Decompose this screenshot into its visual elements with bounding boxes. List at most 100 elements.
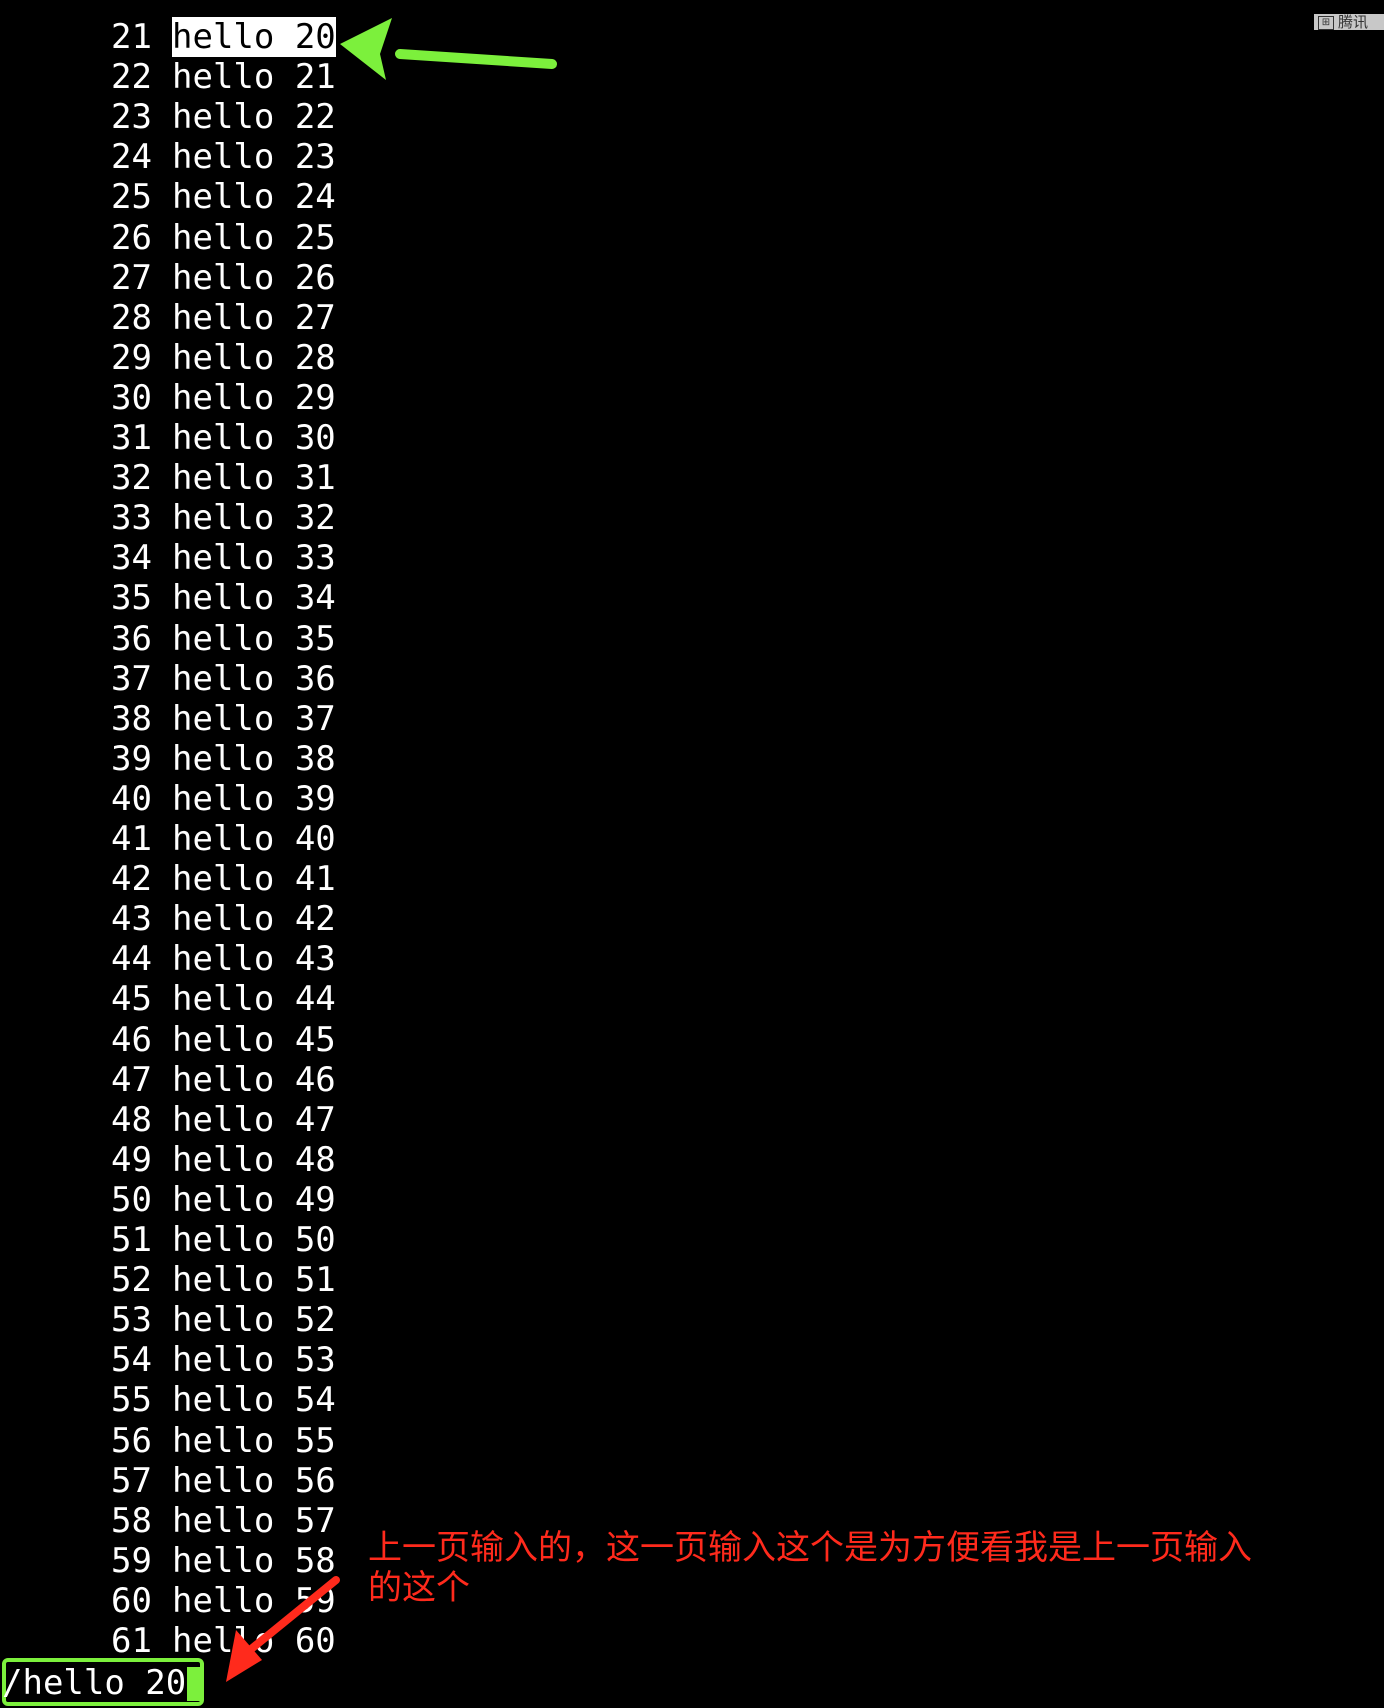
terminal-line: 35 hello 34 xyxy=(104,578,336,618)
line-number: 29 xyxy=(111,337,152,378)
line-text: hello 52 xyxy=(172,1300,336,1341)
line-text: hello 58 xyxy=(172,1540,336,1581)
terminal-window[interactable]: 21 hello 20 22 hello 21 23 hello 22 24 hello 23… xyxy=(0,0,1384,1708)
line-number: 40 xyxy=(111,778,152,819)
line-text: hello 60 xyxy=(172,1621,336,1661)
terminal-line: 25 hello 24 xyxy=(104,177,336,217)
annotation-note: 上一页输入的，这一页输入这个是为方便看我是上一页输入的这个 xyxy=(368,1528,1252,1608)
line-text: hello 59 xyxy=(172,1580,336,1621)
line-number: 38 xyxy=(111,698,152,739)
terminal-line: 40 hello 39 xyxy=(104,779,336,819)
line-number: 50 xyxy=(111,1179,152,1220)
line-number: 32 xyxy=(111,458,152,499)
line-text: hello 40 xyxy=(172,819,336,859)
line-number: 58 xyxy=(111,1500,152,1541)
line-text: hello 54 xyxy=(172,1380,336,1421)
line-text: hello 41 xyxy=(172,859,336,900)
line-number: 28 xyxy=(111,297,152,338)
line-number: 39 xyxy=(111,738,152,779)
line-number: 27 xyxy=(111,257,152,298)
terminal-line: 44 hello 43 xyxy=(104,939,336,979)
terminal-line: 42 hello 41 xyxy=(104,859,336,899)
line-text: hello 32 xyxy=(172,498,336,539)
command-line[interactable]: /hello 20 xyxy=(0,1663,188,1703)
line-text: hello 22 xyxy=(172,97,336,138)
terminal-line: 34 hello 33 xyxy=(104,538,336,578)
tray-label-text: 腾讯 xyxy=(1338,14,1369,30)
terminal-line: 46 hello 45 xyxy=(104,1020,336,1060)
line-number: 42 xyxy=(111,859,152,900)
line-number: 60 xyxy=(111,1580,152,1621)
terminal-line: 61 hello 60 xyxy=(104,1621,336,1661)
line-number: 61 xyxy=(111,1621,152,1661)
line-text: hello 34 xyxy=(172,578,336,619)
terminal-line: 30 hello 29 xyxy=(104,378,336,418)
terminal-line: 54 hello 53 xyxy=(104,1340,336,1380)
line-number: 25 xyxy=(111,177,152,218)
line-text: hello 51 xyxy=(172,1260,336,1301)
line-number: 44 xyxy=(111,939,152,980)
line-number: 47 xyxy=(111,1059,152,1100)
terminal-line: 24 hello 23 xyxy=(104,137,336,177)
terminal-line: 37 hello 36 xyxy=(104,659,336,699)
terminal-line: 59 hello 58 xyxy=(104,1541,336,1581)
command-line-text: /hello 20 xyxy=(2,1663,187,1703)
line-text: hello 44 xyxy=(172,979,336,1020)
line-text: hello 30 xyxy=(172,418,336,458)
line-text: hello 42 xyxy=(172,899,336,940)
line-number: 59 xyxy=(111,1540,152,1581)
line-number: 24 xyxy=(111,137,152,178)
line-number: 26 xyxy=(111,217,152,258)
line-text: hello 43 xyxy=(172,939,336,980)
line-text: hello 50 xyxy=(172,1220,336,1260)
line-text: hello 28 xyxy=(172,337,336,378)
line-number: 21 xyxy=(111,17,152,57)
terminal-line: 33 hello 32 xyxy=(104,498,336,538)
line-text: hello 35 xyxy=(172,618,336,659)
terminal-line: 23 hello 22 xyxy=(104,97,336,137)
line-text: hello 45 xyxy=(172,1019,336,1060)
line-number: 49 xyxy=(111,1139,152,1180)
line-text: hello 57 xyxy=(172,1500,336,1541)
terminal-line: 31 hello 30 xyxy=(104,418,336,458)
search-match-text: hello 20 xyxy=(172,17,336,57)
terminal-line: 52 hello 51 xyxy=(104,1260,336,1300)
line-number: 53 xyxy=(111,1300,152,1341)
line-text: hello 46 xyxy=(172,1059,336,1100)
line-number: 34 xyxy=(111,538,152,579)
line-number: 37 xyxy=(111,658,152,699)
line-text: hello 55 xyxy=(172,1420,336,1461)
line-text: hello 49 xyxy=(172,1179,336,1220)
line-text: hello 29 xyxy=(172,377,336,418)
line-text: hello 56 xyxy=(172,1460,336,1501)
terminal-line: 53 hello 52 xyxy=(104,1300,336,1340)
terminal-line: 51 hello 50 xyxy=(104,1220,336,1260)
terminal-line: 56 hello 55 xyxy=(104,1421,336,1461)
line-text: hello 27 xyxy=(172,297,336,338)
line-number: 36 xyxy=(111,618,152,659)
terminal-line: 29 hello 28 xyxy=(104,338,336,378)
terminal-line: 41 hello 40 xyxy=(104,819,336,859)
line-text: hello 33 xyxy=(172,538,336,579)
terminal-line: 48 hello 47 xyxy=(104,1100,336,1140)
line-text: hello 31 xyxy=(172,458,336,499)
line-number: 46 xyxy=(111,1019,152,1060)
terminal-line: 60 hello 59 xyxy=(104,1581,336,1621)
line-text: hello 39 xyxy=(172,778,336,819)
line-number: 43 xyxy=(111,899,152,940)
line-number: 23 xyxy=(111,97,152,138)
line-number: 45 xyxy=(111,979,152,1020)
line-text: hello 23 xyxy=(172,137,336,178)
terminal-line: 58 hello 57 xyxy=(104,1501,336,1541)
line-number: 22 xyxy=(111,57,152,98)
terminal-line: 49 hello 48 xyxy=(104,1140,336,1180)
line-text: hello 47 xyxy=(172,1099,336,1140)
terminal-line: 36 hello 35 xyxy=(104,619,336,659)
line-number: 33 xyxy=(111,498,152,539)
terminal-line: 22 hello 21 xyxy=(104,57,336,97)
terminal-line: 47 hello 46 xyxy=(104,1060,336,1100)
line-number: 48 xyxy=(111,1099,152,1140)
terminal-line: 57 hello 56 xyxy=(104,1461,336,1501)
line-number: 31 xyxy=(111,418,152,458)
line-number: 54 xyxy=(111,1340,152,1381)
